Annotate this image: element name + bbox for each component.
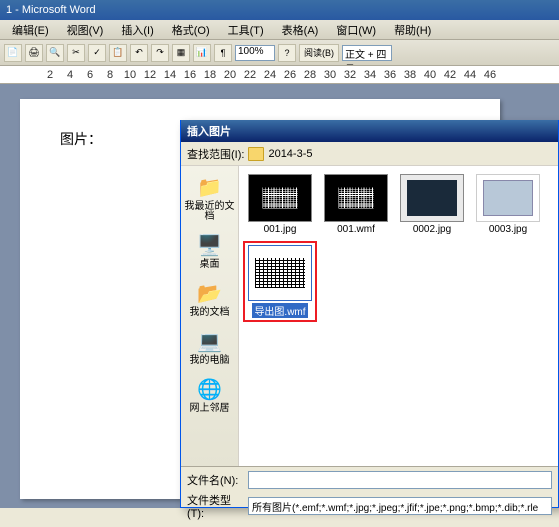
menu-bar: 编辑(E) 视图(V) 插入(I) 格式(O) 工具(T) 表格(A) 窗口(W…: [0, 20, 559, 40]
file-item[interactable]: 0002.jpg: [397, 172, 467, 237]
file-item-selected[interactable]: 导出图.wmf: [245, 243, 315, 320]
mydocs-icon: 📂: [195, 280, 225, 306]
filename-field[interactable]: [248, 471, 552, 489]
thumbnail: [400, 174, 464, 222]
thumbnail: [248, 174, 312, 222]
menu-view[interactable]: 视图(V): [59, 20, 112, 40]
toolbar-btn[interactable]: ✓: [88, 44, 106, 62]
app-title-bar: 1 - Microsoft Word: [0, 0, 559, 20]
toolbar-btn[interactable]: ↶: [130, 44, 148, 62]
recent-icon: 📁: [195, 174, 225, 200]
dialog-title: 插入图片: [181, 120, 558, 142]
dialog-bottom: 文件名(N): 文件类型(T): 所有图片(*.emf;*.wmf;*.jpg;*…: [181, 466, 558, 527]
menu-help[interactable]: 帮助(H): [386, 20, 439, 40]
toolbar-btn[interactable]: 🔍: [46, 44, 64, 62]
thumbnail: [476, 174, 540, 222]
style-field[interactable]: 正文 + 四号: [342, 45, 392, 61]
zoom-field[interactable]: 100%: [235, 45, 275, 61]
toolbar-btn[interactable]: 📊: [193, 44, 211, 62]
file-list[interactable]: 001.jpg 001.wmf 0002.jpg 0003.jpg 导出图.wm…: [239, 166, 558, 466]
desktop-icon: 🖥️: [195, 232, 225, 258]
thumbnail: [248, 245, 312, 301]
toolbar-btn[interactable]: 🖨: [25, 44, 43, 62]
read-btn[interactable]: 阅读(B): [299, 44, 339, 62]
thumbnail: [324, 174, 388, 222]
file-item[interactable]: 001.wmf: [321, 172, 391, 237]
toolbar-btn[interactable]: ¶: [214, 44, 232, 62]
toolbar-btn[interactable]: ✂: [67, 44, 85, 62]
sidebar-mydocs[interactable]: 📂我的文档: [188, 278, 232, 320]
menu-format[interactable]: 格式(O): [164, 20, 218, 40]
filename-label: 文件名(N):: [187, 472, 242, 488]
file-item[interactable]: 0003.jpg: [473, 172, 543, 237]
sidebar-desktop[interactable]: 🖥️桌面: [193, 230, 227, 272]
menu-tools[interactable]: 工具(T): [220, 20, 272, 40]
menu-window[interactable]: 窗口(W): [328, 20, 384, 40]
menu-table[interactable]: 表格(A): [274, 20, 327, 40]
sidebar-recent[interactable]: 📁我最近的文档: [181, 172, 238, 224]
toolbar-btn[interactable]: ↷: [151, 44, 169, 62]
filetype-field[interactable]: 所有图片(*.emf;*.wmf;*.jpg;*.jpeg;*.jfif;*.j…: [248, 497, 552, 515]
ruler: 2468101214161820222426283032343638404244…: [0, 66, 559, 84]
menu-edit[interactable]: 编辑(E): [4, 20, 57, 40]
lookin-row: 查找范围(I): 2014-3-5: [181, 142, 558, 166]
network-icon: 🌐: [195, 376, 225, 402]
places-sidebar: 📁我最近的文档 🖥️桌面 📂我的文档 💻我的电脑 🌐网上邻居: [181, 166, 239, 466]
insert-picture-dialog: 插入图片 查找范围(I): 2014-3-5 📁我最近的文档 🖥️桌面 📂我的文…: [180, 120, 559, 508]
sidebar-mycomputer[interactable]: 💻我的电脑: [188, 326, 232, 368]
app-title: 1 - Microsoft Word: [6, 4, 96, 16]
lookin-value[interactable]: 2014-3-5: [268, 148, 552, 160]
lookin-label: 查找范围(I):: [187, 146, 244, 162]
toolbar-btn[interactable]: 📋: [109, 44, 127, 62]
toolbar-btn[interactable]: 📄: [4, 44, 22, 62]
folder-icon: [248, 147, 264, 161]
menu-insert[interactable]: 插入(I): [113, 20, 161, 40]
toolbar-btn[interactable]: ▦: [172, 44, 190, 62]
file-item[interactable]: 001.jpg: [245, 172, 315, 237]
toolbar-btn[interactable]: ?: [278, 44, 296, 62]
toolbar: 📄 🖨 🔍 ✂ ✓ 📋 ↶ ↷ ▦ 📊 ¶ 100% ? 阅读(B) 正文 + …: [0, 40, 559, 66]
computer-icon: 💻: [195, 328, 225, 354]
sidebar-network[interactable]: 🌐网上邻居: [188, 374, 232, 416]
filetype-label: 文件类型(T):: [187, 492, 242, 520]
